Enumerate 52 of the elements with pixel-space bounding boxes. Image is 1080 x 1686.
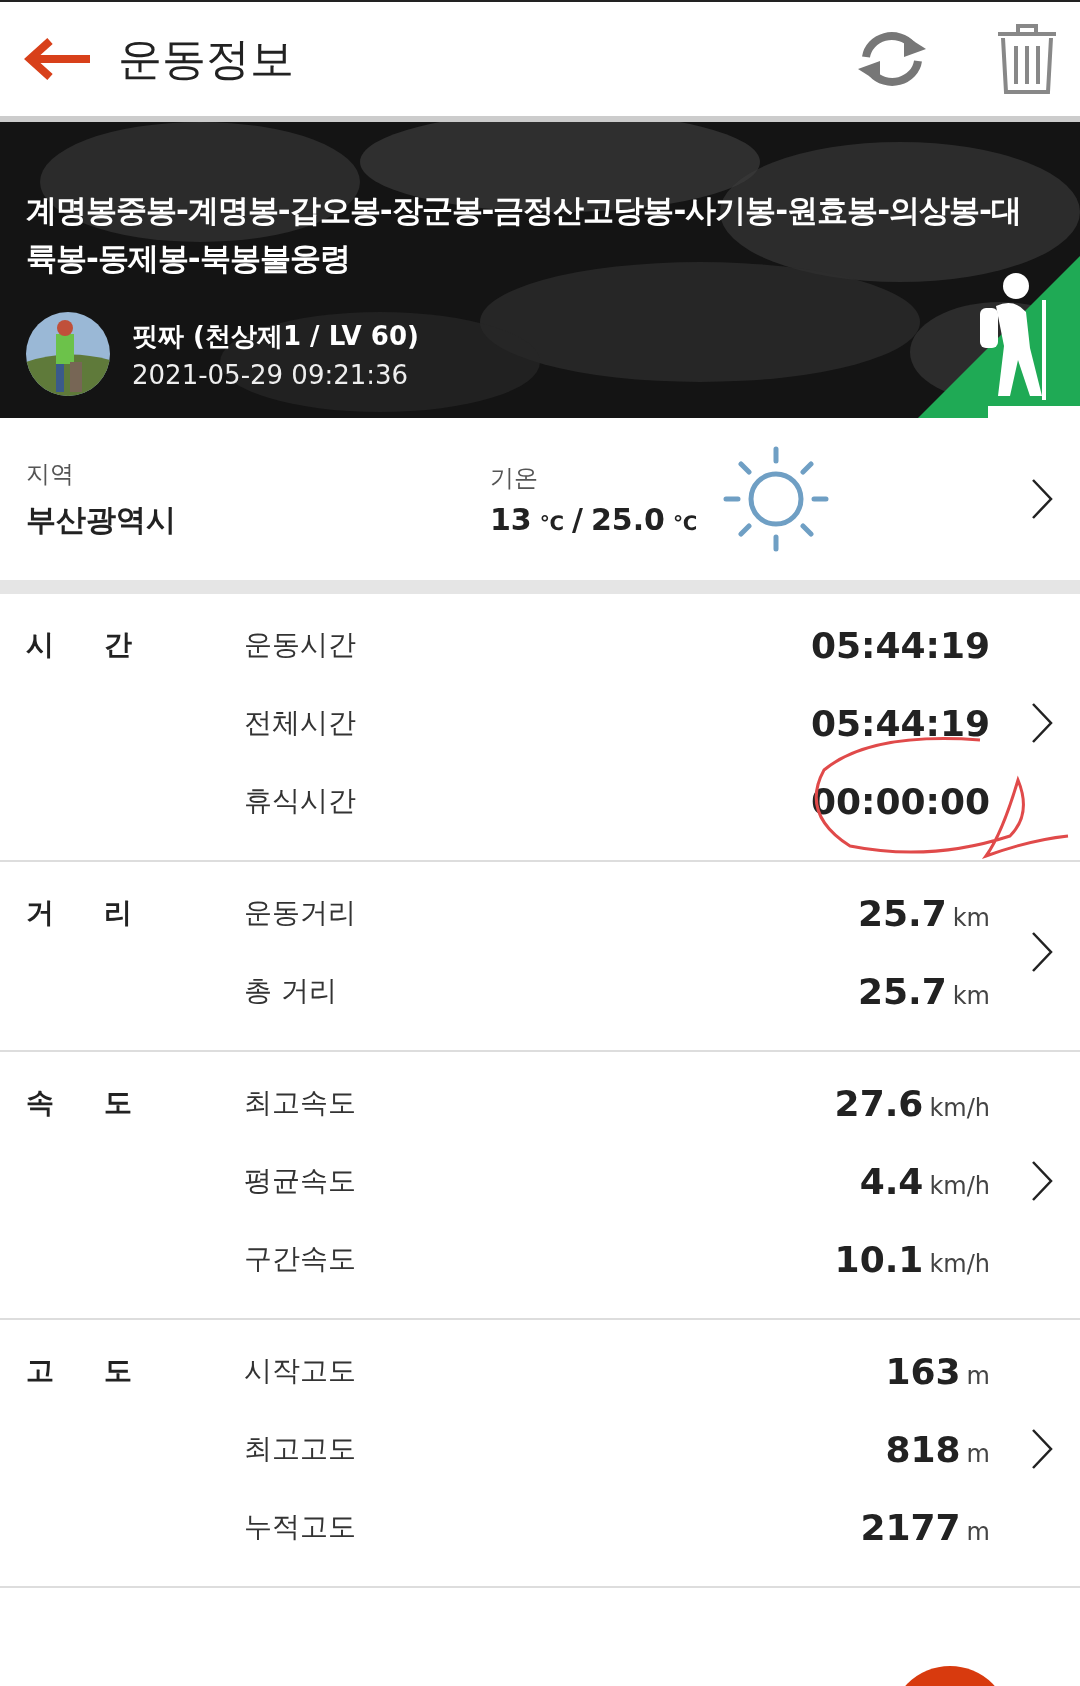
chevron-right-icon[interactable] [1030, 1427, 1054, 1471]
stat-label: 최고고도 [244, 1431, 357, 1467]
stat-value: 05:44:19 [810, 624, 990, 666]
stat-label: 운동거리 [244, 895, 357, 931]
trash-icon [996, 22, 1058, 96]
stat-unit: m [966, 1361, 990, 1390]
temperature-value: 13 [490, 501, 532, 537]
section-label: 고 도 [26, 1353, 133, 1389]
screen-title: 운동정보 [118, 31, 295, 86]
stat-unit: m [966, 1439, 990, 1468]
stat-label: 운동시간 [244, 627, 357, 663]
stat-unit: km/h [929, 1249, 990, 1278]
stat-value: 27.6 [834, 1082, 924, 1124]
temperature-label: 기온 [490, 462, 539, 494]
stat-label: 구간속도 [244, 1241, 357, 1277]
stat-value: 4.4 [859, 1160, 924, 1202]
chevron-right-icon[interactable] [1030, 930, 1054, 974]
stat-label: 전체시간 [244, 705, 357, 741]
temperature-unit: ℃ [672, 510, 698, 535]
chevron-right-icon[interactable] [1030, 701, 1054, 745]
stat-value: 25.7 [857, 892, 947, 934]
chevron-right-icon[interactable] [1030, 477, 1054, 521]
chevron-right-icon[interactable] [1030, 1159, 1054, 1203]
stat-label: 휴식시간 [244, 783, 357, 819]
back-arrow-icon [22, 37, 92, 81]
stat-label: 누적고도 [244, 1509, 357, 1545]
stat-unit: km/h [929, 1171, 990, 1200]
stat-value: 10.1 [834, 1238, 924, 1280]
stat-value: 05:44:19 [810, 702, 990, 744]
delete-button[interactable] [996, 22, 1058, 96]
stat-label: 총 거리 [244, 973, 338, 1009]
stat-label: 최고속도 [244, 1085, 357, 1121]
temperature-unit: ℃ [539, 510, 564, 535]
stat-value: 163 [885, 1350, 961, 1392]
region-value: 부산광역시 [26, 500, 177, 539]
stat-unit: m [966, 1517, 990, 1546]
section-label: 거 리 [26, 895, 133, 931]
stat-label: 시작고도 [244, 1353, 357, 1389]
sun-icon [723, 446, 830, 552]
back-button[interactable] [22, 37, 92, 81]
section-label: 시 간 [26, 627, 133, 663]
temperature-value: 25.0 [590, 501, 665, 537]
stat-unit: km [952, 981, 990, 1010]
separator: / [571, 501, 583, 537]
stat-value: 2177 [860, 1506, 961, 1548]
stat-value: 818 [885, 1428, 961, 1470]
stat-value: 25.7 [857, 970, 947, 1012]
stat-label: 평균속도 [244, 1163, 357, 1199]
region-label: 지역 [26, 458, 75, 490]
stat-unit: km [952, 903, 990, 932]
section-label: 속 도 [26, 1085, 133, 1121]
stat-unit: km/h [929, 1093, 990, 1122]
